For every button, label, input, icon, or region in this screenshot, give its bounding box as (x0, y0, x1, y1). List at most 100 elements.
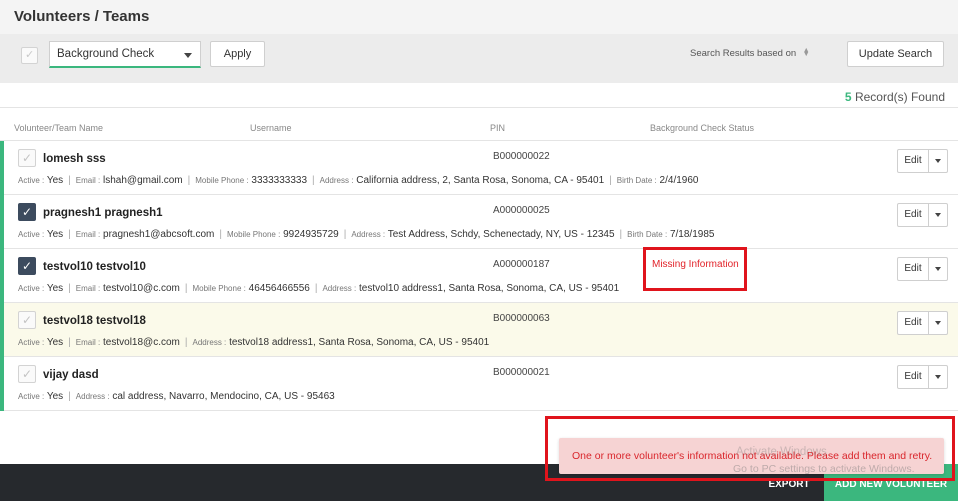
row-accent-bar (0, 249, 4, 303)
separator: | (68, 175, 71, 186)
select-all-checkbox[interactable]: ✓ (21, 47, 38, 64)
annotation-box-status (643, 247, 747, 291)
email-value: lshah@gmail.com (103, 175, 183, 186)
active-label: Active : (18, 338, 45, 347)
row-accent-bar (0, 303, 4, 357)
volunteer-name[interactable]: vijay dasd (43, 369, 99, 381)
volunteer-name[interactable]: lomesh sss (43, 153, 106, 165)
edit-button-group[interactable]: Edit (897, 311, 948, 335)
check-icon: ✓ (22, 151, 33, 165)
column-header-username[interactable]: Username (250, 123, 292, 133)
column-header-pin[interactable]: PIN (490, 123, 505, 133)
title-bar: Volunteers / Teams (0, 0, 958, 34)
volunteer-details: Active : Yes | Address : cal address, Nava… (18, 391, 335, 402)
row-checkbox[interactable]: ✓ (18, 149, 36, 167)
address-label: Address : (75, 392, 110, 401)
check-icon: ✓ (22, 313, 33, 327)
edit-button[interactable]: Edit (898, 312, 929, 334)
chevron-down-icon[interactable] (935, 321, 941, 325)
volunteer-details: Active : Yes | Email : pragnesh1@abcsoft.c… (18, 229, 714, 240)
separator: | (187, 175, 191, 186)
records-count: 5 (844, 90, 852, 104)
row-checkbox[interactable]: ✓ (18, 365, 36, 383)
column-header-name[interactable]: Volunteer/Team Name (14, 123, 103, 133)
separator: | (314, 283, 318, 294)
address-value: testvol18 address1, Santa Rosa, Sonoma, … (229, 337, 490, 348)
separator: | (68, 391, 71, 402)
volunteer-pin: B000000063 (493, 313, 550, 324)
table-row[interactable]: ✓ testvol10 testvol10 A000000187 Missing In… (0, 249, 958, 303)
separator: | (68, 337, 71, 348)
volunteer-pin: B000000022 (493, 151, 550, 162)
page-title: Volunteers / Teams (14, 8, 150, 25)
bulk-action-select[interactable]: Background Check (49, 41, 201, 68)
column-header-status[interactable]: Background Check Status (650, 123, 754, 133)
email-value: testvol18@c.com (103, 337, 180, 348)
search-basis-label: Search Results based on (690, 48, 797, 59)
table-row[interactable]: ✓ testvol18 testvol18 B000000063 Active : Y… (0, 303, 958, 357)
email-label: Email : (75, 338, 101, 347)
check-icon: ✓ (22, 367, 33, 381)
table-row[interactable]: ✓ lomesh sss B000000022 Active : Yes | Email … (0, 141, 958, 195)
mobile-value: 46456466556 (248, 283, 310, 294)
separator: | (312, 175, 315, 186)
edit-button[interactable]: Edit (898, 366, 929, 388)
records-label: Record(s) Found (854, 90, 945, 104)
update-search-button[interactable]: Update Search (847, 41, 944, 67)
row-accent-bar (0, 195, 4, 249)
annotation-box-toast (545, 416, 955, 481)
active-value: Yes (46, 391, 64, 402)
address-value: testvol10 address1, Santa Rosa, Sonoma, … (359, 283, 620, 294)
address-value: California address, 2, Santa Rosa, Sonom… (356, 175, 605, 186)
birth-date-label: Birth Date : (616, 176, 657, 185)
volunteer-name[interactable]: testvol18 testvol18 (43, 315, 146, 327)
email-value: pragnesh1@abcsoft.com (103, 229, 215, 240)
chevron-down-icon (184, 53, 192, 58)
chevron-down-icon[interactable] (935, 375, 941, 379)
email-value: testvol10@c.com (103, 283, 180, 294)
chevron-down-icon[interactable] (935, 159, 941, 163)
volunteer-details: Active : Yes | Email : testvol10@c.com | Mob… (18, 283, 619, 294)
volunteer-pin: B000000021 (493, 367, 550, 378)
separator: | (619, 229, 623, 240)
volunteer-name[interactable]: pragnesh1 pragnesh1 (43, 207, 163, 219)
address-value: cal address, Navarro, Mendocino, CA, US … (112, 391, 335, 402)
volunteer-details: Active : Yes | Email : lshah@gmail.com | Mob… (18, 175, 698, 186)
row-accent-bar (0, 141, 4, 195)
email-label: Email : (75, 176, 101, 185)
table-row[interactable]: ✓ vijay dasd B000000021 Active : Yes | Addres… (0, 357, 958, 411)
volunteer-pin: A000000187 (493, 259, 550, 270)
records-found: 5 Record(s) Found (845, 90, 945, 104)
active-label: Active : (18, 230, 45, 239)
active-value: Yes (46, 283, 64, 294)
edit-button[interactable]: Edit (898, 204, 929, 226)
search-basis-sort[interactable]: Search Results based on ▲ ▼ (690, 47, 810, 59)
edit-button[interactable]: Edit (898, 150, 929, 172)
chevron-down-icon[interactable] (935, 213, 941, 217)
volunteer-pin: A000000025 (493, 205, 550, 216)
apply-button[interactable]: Apply (210, 41, 265, 67)
separator: | (343, 229, 347, 240)
edit-button[interactable]: Edit (898, 258, 929, 280)
email-label: Email : (75, 230, 101, 239)
table-row[interactable]: ✓ pragnesh1 pragnesh1 A000000025 Active : Y… (0, 195, 958, 249)
row-checkbox[interactable]: ✓ (18, 203, 36, 221)
check-icon: ✓ (22, 205, 33, 219)
separator: | (219, 229, 222, 240)
toolbar: ✓ Background Check Apply Search Results … (0, 34, 958, 83)
volunteer-name[interactable]: testvol10 testvol10 (43, 261, 146, 273)
address-value: Test Address, Schdy, Schenectady, NY, US… (387, 229, 615, 240)
active-value: Yes (46, 175, 64, 186)
edit-button-group[interactable]: Edit (897, 149, 948, 173)
active-value: Yes (46, 337, 64, 348)
divider (0, 107, 958, 108)
edit-button-group[interactable]: Edit (897, 257, 948, 281)
address-label: Address : (351, 230, 386, 239)
edit-button-group[interactable]: Edit (897, 365, 948, 389)
row-checkbox[interactable]: ✓ (18, 257, 36, 275)
chevron-down-icon[interactable] (935, 267, 941, 271)
row-checkbox[interactable]: ✓ (18, 311, 36, 329)
address-label: Address : (192, 338, 227, 347)
edit-button-group[interactable]: Edit (897, 203, 948, 227)
bulk-action-value: Background Check (57, 48, 155, 60)
